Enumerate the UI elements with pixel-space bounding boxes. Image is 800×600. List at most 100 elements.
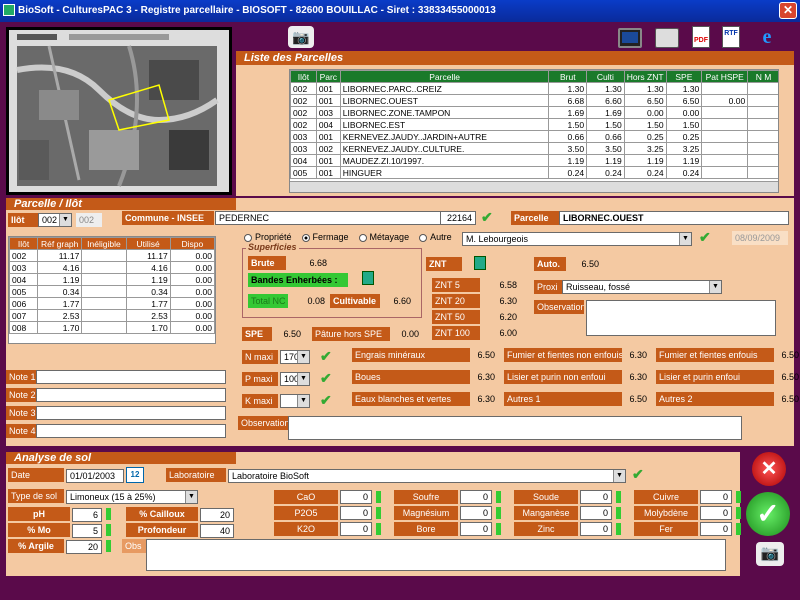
table-row[interactable]: 004 001 MAUDEZ.ZI.10/1997. 1.19 1.19 1.19 1.19 [290,154,778,167]
insee-field[interactable]: 22164 [440,211,476,225]
labo-select[interactable]: Laboratoire BioSoft ▼ [228,469,626,483]
column-header[interactable]: Brut [548,70,588,83]
table-row[interactable]: 002 004 LIBORNEC.EST 1.50 1.50 1.50 1.50 [290,118,778,131]
camera-icon[interactable]: 📷 [288,26,314,48]
soil-element-field[interactable]: 0 [460,506,492,520]
radio-icon [244,233,252,242]
horizontal-scrollbar[interactable] [290,181,778,192]
table-row[interactable]: 006 1.77 1.77 0.00 [8,297,216,310]
table-row[interactable]: 008 1.70 1.70 0.00 [8,321,216,334]
commune-field[interactable]: PEDERNEC [215,211,441,225]
maxi-select[interactable]: 100 ▼ [280,372,310,386]
soil-type-select[interactable]: Limoneux (15 à 25%) ▼ [66,490,198,504]
ownership-radio-2[interactable]: Métayage [358,232,409,242]
maxi-select[interactable]: 170 ▼ [280,350,310,364]
monitor-icon[interactable] [618,28,642,48]
ownership-radio-1[interactable]: Fermage [301,232,349,242]
soil-element-field[interactable]: 0 [580,522,612,536]
cancel-button[interactable]: ✕ [752,452,786,486]
column-header[interactable]: Parc [315,70,341,83]
table-cell: 2.53 [37,309,83,322]
column-header[interactable]: Inéligible [81,237,127,250]
soil-obs-field[interactable] [146,539,726,571]
note-field[interactable] [36,388,226,402]
note-row: Note 1 [6,370,230,388]
ph-field[interactable]: 6 [72,508,102,522]
calendar-icon[interactable]: 12 [126,467,144,483]
soil-date-field[interactable]: 01/01/2003 [66,469,124,483]
column-header[interactable]: Ilôt [8,237,39,250]
table-row[interactable]: 004 1.19 1.19 0.00 [8,273,216,286]
ilot-select[interactable]: 002 ▼ [38,213,72,227]
soil-element-field[interactable]: 0 [580,490,612,504]
table-row[interactable]: 002 001 LIBORNEC.OUEST 6.68 6.60 6.50 6.50 0.00 [290,94,778,107]
column-header[interactable]: Utilisé [125,237,171,250]
table-cell [701,154,749,167]
table-cell: 0.00 [169,249,216,262]
column-header[interactable]: Pat HSPE [701,70,749,83]
camera-icon[interactable]: 📷 [756,542,784,566]
map-thumbnail[interactable] [6,27,232,195]
table-row[interactable]: 002 003 LIBORNEC.ZONE.TAMPON 1.69 1.69 0.00 0.… [290,106,778,119]
validate-commune-icon[interactable]: ✔ [481,210,493,224]
table-row[interactable]: 002 11.17 11.17 0.00 [8,249,216,262]
pdf-icon[interactable]: PDF [692,26,710,48]
soil-element-field[interactable]: 0 [460,522,492,536]
ownership-radio-0[interactable]: Propriété [244,232,292,242]
column-header[interactable]: Parcelle [339,70,550,83]
column-header[interactable]: Ilôt [290,70,317,83]
parcelle-field[interactable]: LIBORNEC.OUEST [559,211,789,225]
calculator-icon[interactable] [474,256,486,270]
maxi-select[interactable]: ▼ [280,394,310,408]
table-row[interactable]: 003 001 KERNEVEZ.JAUDY..JARDIN+AUTRE 0.66 0.… [290,130,778,143]
observation-field[interactable] [586,300,776,336]
parcel-table[interactable]: Ilôt Parc Parcelle Brut Culti Hors ZNT SPE Pat … [290,70,778,179]
argile-field[interactable]: 20 [66,540,102,554]
profondeur-field[interactable]: 40 [200,524,234,538]
soil-element-field[interactable]: 0 [580,506,612,520]
validate-icon[interactable]: ✔ [320,349,332,363]
table-row[interactable]: 002 001 LIBORNEC.PARC..CREIZ 1.30 1.30 1.30 1.… [290,82,778,95]
ilot-table[interactable]: Ilôt Réf graph Inéligible Utilisé Dispo 002 11… [8,237,216,334]
validate-icon[interactable]: ✔ [320,371,332,385]
soil-element-field[interactable]: 0 [700,522,732,536]
owner-select[interactable]: M. Lebourgeois ▼ [462,232,692,246]
internet-explorer-icon[interactable]: e [755,26,779,48]
table-row[interactable]: 005 001 HINGUER 0.24 0.24 0.24 0.24 [290,166,778,179]
validate-labo-icon[interactable]: ✔ [632,467,644,481]
validate-button[interactable]: ✓ [746,492,790,536]
column-header[interactable]: Réf graph [37,237,83,250]
column-header[interactable]: Dispo [169,237,216,250]
validate-owner-icon[interactable]: ✔ [699,230,711,244]
soil-panel: Analyse de sol Date 01/01/2003 12 Labora… [6,452,741,576]
soil-element-field[interactable]: 0 [340,522,372,536]
note-field[interactable] [36,406,226,420]
column-header[interactable]: Culti [586,70,625,83]
soil-element-field[interactable]: 0 [700,490,732,504]
soil-element-field[interactable]: 0 [700,506,732,520]
table-row[interactable]: 003 002 KERNEVEZ.JAUDY..CULTURE. 3.50 3.50 3.… [290,142,778,155]
soil-element-field[interactable]: 0 [460,490,492,504]
calculator-icon[interactable] [362,271,374,285]
table-row[interactable]: 003 4.16 4.16 0.00 [8,261,216,274]
ownership-radio-3[interactable]: Autre [419,232,452,242]
table-cell: 001 [315,94,341,107]
rtf-icon[interactable]: RTF [722,26,740,48]
table-row[interactable]: 005 0.34 0.34 0.00 [8,285,216,298]
window-close-button[interactable]: ✕ [779,2,797,19]
column-header[interactable]: N M [747,70,778,83]
soil-element-field[interactable]: 0 [340,490,372,504]
validate-icon[interactable]: ✔ [320,393,332,407]
observation2-field[interactable] [288,416,742,440]
cailloux-field[interactable]: 20 [200,508,234,522]
printer-icon[interactable] [655,28,679,48]
column-header[interactable]: SPE [665,70,703,83]
soil-element-field[interactable]: 0 [340,506,372,520]
note-field[interactable] [36,424,226,438]
note-field[interactable] [36,370,226,384]
column-header[interactable]: Hors ZNT [623,70,667,83]
proxi-select[interactable]: Ruisseau, fossé ▼ [562,280,722,294]
mo-field[interactable]: 5 [72,524,102,538]
table-cell: 005 [8,285,39,298]
table-row[interactable]: 007 2.53 2.53 0.00 [8,309,216,322]
